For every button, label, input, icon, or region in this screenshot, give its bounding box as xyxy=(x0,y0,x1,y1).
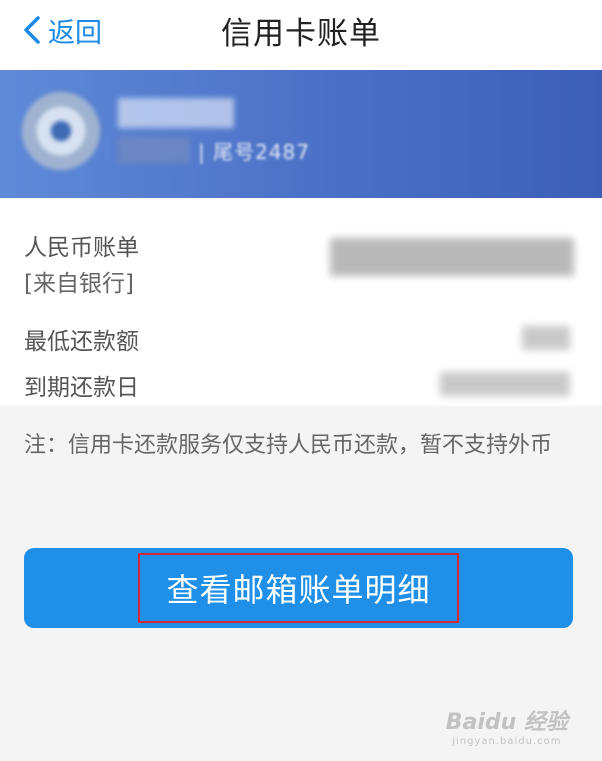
watermark-brand: Baidu 经验 xyxy=(445,710,568,735)
bill-info-panel: 人民币账单 [来自银行] 最低还款额 到期还款日 xyxy=(0,198,602,406)
watermark: Baidu 经验 jingyan.baidu.com xyxy=(446,704,568,747)
blurred-min-payment xyxy=(522,326,570,350)
blurred-card-holder xyxy=(118,137,190,163)
source-label: [来自银行] xyxy=(24,271,134,297)
credit-card-banner: | 尾号2487 xyxy=(0,70,602,198)
currency-note: 注：信用卡还款服务仅支持人民币还款，暂不支持外币 xyxy=(24,433,553,458)
rmb-bill-label: 人民币账单 xyxy=(24,235,139,261)
due-date-label: 到期还款日 xyxy=(24,375,139,401)
card-holder-row: | 尾号2487 xyxy=(118,128,310,172)
blurred-bill-amount xyxy=(330,238,574,276)
blurred-bank-name xyxy=(118,98,234,128)
bank-logo-icon xyxy=(22,92,100,170)
min-payment-label: 最低还款额 xyxy=(24,329,139,355)
view-email-bill-label: 查看邮箱账单明细 xyxy=(138,553,459,623)
card-tail-number: | 尾号2487 xyxy=(198,139,310,164)
view-email-bill-button[interactable]: 查看邮箱账单明细 xyxy=(24,548,573,628)
page-title: 信用卡账单 xyxy=(221,16,381,52)
watermark-url: jingyan.baidu.com xyxy=(452,736,562,747)
blurred-due-date xyxy=(440,372,570,396)
navigation-bar: 返回 信用卡账单 xyxy=(0,0,602,70)
